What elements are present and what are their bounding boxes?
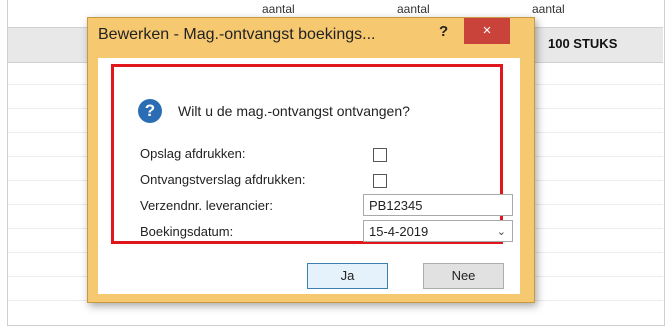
print-label-label: Opslag afdrukken: [140,146,246,161]
dialog-title: Bewerken - Mag.-ontvangst boekings... [98,26,376,43]
highlight-frame: ? Wilt u de mag.-ontvangst ontvangen? Op… [111,64,513,244]
no-button[interactable]: Nee [423,263,504,289]
dialog-body: ? Wilt u de mag.-ontvangst ontvangen? Op… [98,58,520,294]
chevron-down-icon: ⌄ [496,226,506,238]
posting-date-label: Boekingsdatum: [140,224,234,239]
question-icon: ? [138,99,162,123]
column-header-aantal-1: aantal [262,2,295,16]
help-button[interactable]: ? [439,23,448,40]
shipment-number-label: Verzendnr. leverancier: [140,198,273,213]
shipment-number-value: PB12345 [369,198,423,213]
column-header-aantal-3: aantal [532,2,565,16]
column-header-aantal-2: aantal [397,2,430,16]
shipment-number-field[interactable]: PB12345 [363,194,513,216]
dialog-question: Wilt u de mag.-ontvangst ontvangen? [178,103,410,119]
close-button[interactable]: × [464,18,510,44]
quantity-value: 100 STUKS [548,36,618,51]
print-receipt-checkbox[interactable] [373,174,387,188]
print-label-checkbox[interactable] [373,148,387,162]
posting-date-value: 15-4-2019 [369,224,429,239]
close-icon: × [482,22,492,39]
yes-button[interactable]: Ja [307,263,388,289]
confirm-dialog: Bewerken - Mag.-ontvangst boekings... ? … [87,17,535,303]
print-receipt-label: Ontvangstverslag afdrukken: [140,172,306,187]
posting-date-select[interactable]: 15-4-2019 ⌄ [363,220,513,242]
